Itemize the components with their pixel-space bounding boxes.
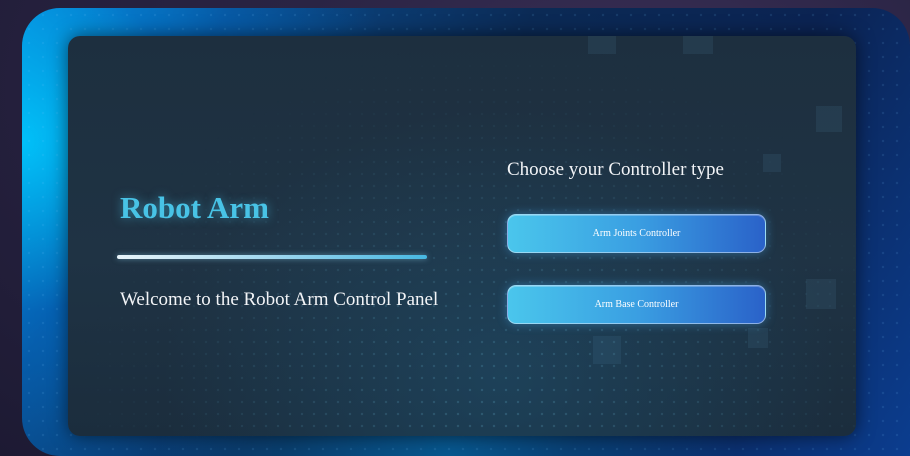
welcome-message: Welcome to the Robot Arm Control Panel (120, 289, 439, 310)
decorative-square (806, 279, 836, 309)
arm-base-controller-button[interactable]: Arm Base Controller (507, 285, 766, 324)
decorative-square (763, 154, 781, 172)
title-underline (117, 255, 427, 259)
decorative-square (683, 36, 713, 54)
arm-joints-controller-button[interactable]: Arm Joints Controller (507, 214, 766, 253)
decorative-square (748, 328, 768, 348)
decorative-square (816, 106, 842, 132)
decorative-square (588, 36, 616, 54)
controller-type-heading: Choose your Controller type (507, 159, 724, 180)
decorative-square (593, 336, 621, 364)
page-title: Robot Arm (120, 190, 269, 225)
